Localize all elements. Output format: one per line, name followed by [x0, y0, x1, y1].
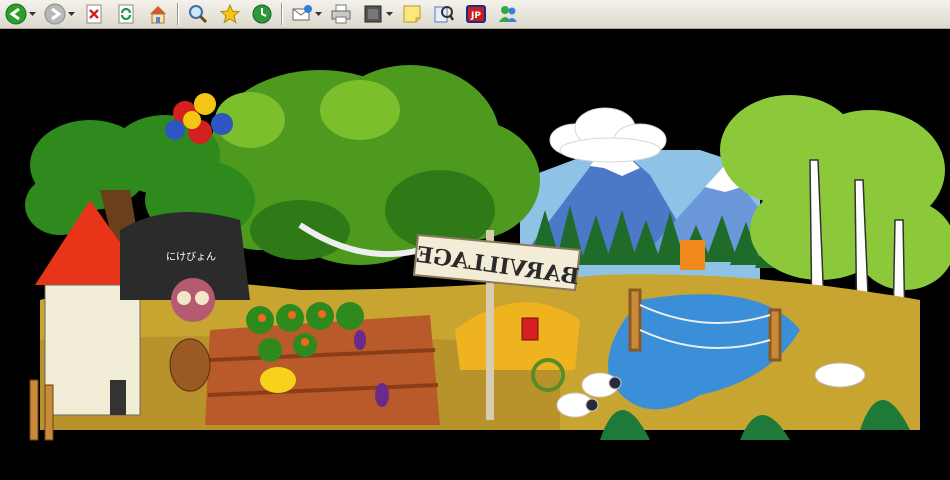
chevron-down-icon	[386, 11, 393, 16]
edit-icon	[364, 5, 382, 23]
messenger-button[interactable]	[495, 1, 521, 27]
home-icon	[150, 6, 166, 24]
printer-icon	[331, 4, 351, 24]
chevron-down-icon	[68, 11, 75, 16]
character-name-label: にけびょん	[166, 252, 216, 263]
search-icon	[189, 5, 208, 24]
research-icon	[434, 6, 455, 23]
mail-button[interactable]	[289, 1, 315, 27]
forward-button[interactable]	[42, 1, 68, 27]
barrel	[169, 338, 211, 392]
svg-text:JP: JP	[470, 11, 481, 21]
star-icon	[219, 3, 241, 24]
game-stage: BARVILLAGE にけびょん	[0, 30, 950, 480]
note-icon	[403, 5, 421, 23]
back-dropdown[interactable]	[29, 1, 36, 27]
search-button[interactable]	[185, 1, 211, 27]
edit-dropdown[interactable]	[386, 1, 393, 27]
forward-dropdown[interactable]	[68, 1, 75, 27]
messenger-icon	[499, 6, 517, 22]
red-lantern	[521, 317, 539, 341]
white-tiger	[814, 362, 866, 388]
jp-button[interactable]: JP	[463, 1, 489, 27]
chevron-down-icon	[29, 11, 36, 16]
mail-dropdown[interactable]	[315, 1, 322, 27]
home-button[interactable]	[145, 1, 171, 27]
stop-icon	[86, 4, 102, 24]
toolbar-separator	[177, 3, 179, 25]
jp-icon: JP	[466, 5, 486, 23]
refresh-icon	[118, 4, 134, 24]
mail-icon	[292, 5, 312, 21]
history-icon	[252, 4, 272, 24]
back-button[interactable]	[3, 1, 29, 27]
chevron-down-icon	[315, 11, 322, 16]
browser-toolbar: JP	[0, 0, 950, 29]
owl-character	[171, 278, 215, 322]
cloud	[549, 107, 667, 163]
orange-flag	[680, 240, 705, 270]
edit-button[interactable]	[360, 1, 386, 27]
research-button[interactable]	[431, 1, 457, 27]
chick	[260, 367, 296, 393]
favorites-button[interactable]	[217, 1, 243, 27]
back-arrow-icon	[5, 3, 27, 25]
discuss-button[interactable]	[399, 1, 425, 27]
history-button[interactable]	[249, 1, 275, 27]
toolbar-separator	[281, 3, 283, 25]
print-button[interactable]	[328, 1, 354, 27]
stop-button[interactable]	[81, 1, 107, 27]
village-illustration: BARVILLAGE	[25, 65, 950, 441]
refresh-button[interactable]	[113, 1, 139, 27]
forward-arrow-icon	[44, 3, 66, 25]
